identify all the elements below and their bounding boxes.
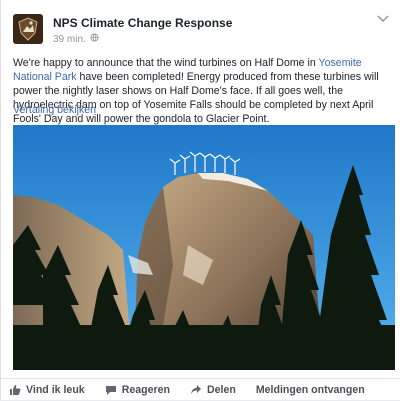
post-photo[interactable]: [13, 125, 395, 370]
thumbs-up-icon: [9, 384, 21, 396]
comment-button[interactable]: Reageren: [105, 384, 170, 396]
like-button[interactable]: Vind ik leuk: [9, 384, 85, 396]
half-dome-image: [13, 125, 395, 370]
translate-link[interactable]: Vertaling bekijken: [13, 104, 96, 116]
notifications-label: Meldingen ontvangen: [255, 384, 365, 396]
page-avatar[interactable]: [13, 14, 43, 44]
post-card: NPS Climate Change Response 39 min. We'r…: [0, 0, 400, 400]
post-timestamp[interactable]: 39 min.: [53, 34, 86, 45]
nps-arrowhead-logo: [18, 17, 38, 41]
share-icon: [190, 384, 202, 396]
post-actions: Vind ik leuk Reageren Delen Meldingen on…: [1, 378, 400, 401]
chevron-down-icon[interactable]: [377, 10, 389, 26]
comment-icon: [105, 384, 117, 396]
share-button[interactable]: Delen: [190, 384, 236, 396]
globe-icon: [90, 33, 99, 45]
post-text-intro: We're happy to announce that the wind tu…: [13, 57, 319, 69]
page-name[interactable]: NPS Climate Change Response: [53, 16, 232, 30]
notifications-button[interactable]: Meldingen ontvangen: [256, 384, 365, 396]
comment-label: Reageren: [121, 384, 170, 396]
like-label: Vind ik leuk: [26, 384, 85, 396]
share-label: Delen: [206, 384, 236, 396]
post-header: NPS Climate Change Response 39 min.: [13, 14, 232, 45]
